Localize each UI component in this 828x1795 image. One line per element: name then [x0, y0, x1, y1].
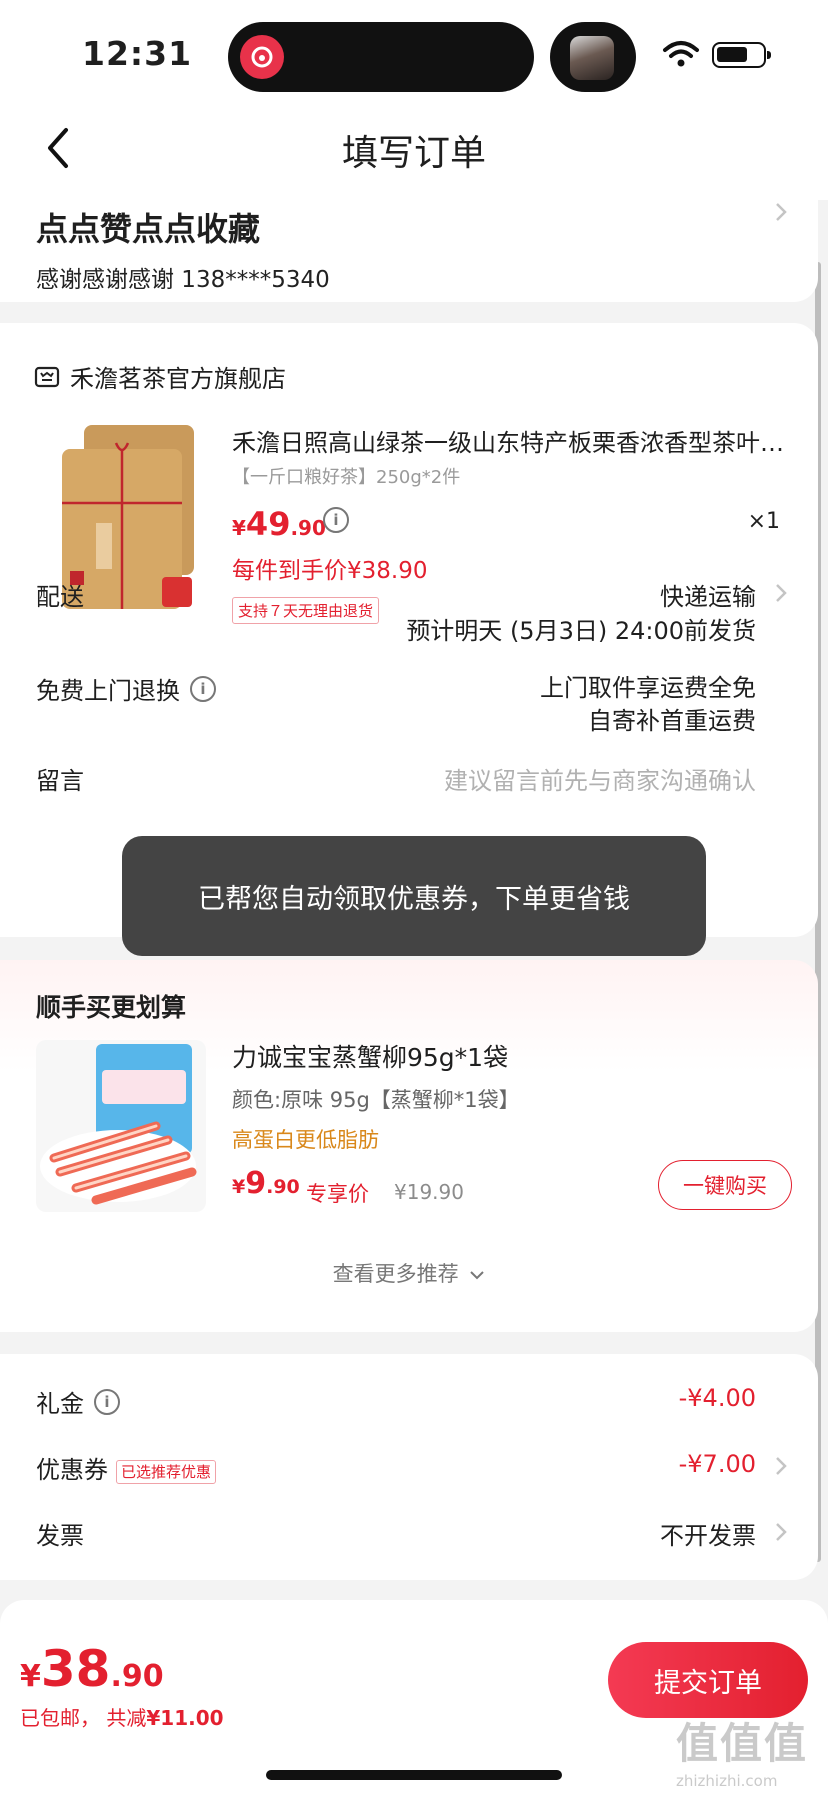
watermark-url: zhizhizhi.com	[676, 1772, 778, 1790]
more-recommend-link[interactable]: 查看更多推荐	[0, 1258, 818, 1288]
gift-label: 礼金	[36, 1390, 84, 1418]
invoice-label: 发票	[36, 1522, 84, 1550]
message-input[interactable]: 建议留言前先与商家沟通确认	[444, 761, 756, 796]
page-title: 填写订单	[341, 133, 486, 174]
free-return-label: 免费上门退换	[36, 677, 180, 705]
avatar-icon	[570, 36, 614, 80]
unit-price: 每件到手价¥38.90	[232, 558, 428, 584]
info-icon[interactable]: i	[94, 1388, 120, 1415]
return-policy-badge: 支持７天无理由退货	[232, 597, 380, 624]
product-spec: 【一斤口粮好茶】250g*2件	[232, 467, 461, 488]
wifi-icon	[663, 41, 699, 67]
product-price: ¥49.90	[232, 505, 326, 543]
product-title[interactable]: 禾澹日照高山绿茶一级山东特产板栗香浓香型茶叶自己喝	[232, 423, 792, 458]
more-recommend-label: 查看更多推荐	[332, 1262, 459, 1286]
recommend-product-tag: 高蛋白更低脂肪	[232, 1128, 379, 1152]
recommend-card: 顺手买更划算 力诚宝宝蒸蟹柳95g*1袋 颜色:原味 95g【蒸蟹柳*1袋】 高…	[0, 960, 818, 1332]
message-label: 留言	[36, 767, 84, 795]
status-bar: 12:31	[0, 0, 828, 100]
address-name: 点点赞点点收藏	[36, 210, 261, 248]
original-price: ¥19.90	[394, 1180, 464, 1204]
coupon-toast: 已帮您自动领取优惠券，下单更省钱	[122, 836, 706, 956]
recommend-title: 顺手买更划算	[36, 993, 187, 1022]
free-return-line2: 自寄补首重运费	[588, 707, 756, 735]
info-icon[interactable]: i	[190, 675, 216, 702]
chevron-right-icon	[776, 1523, 787, 1541]
info-icon[interactable]: i	[323, 507, 349, 533]
dynamic-island-activity[interactable]	[550, 22, 636, 92]
delivery-label: 配送	[36, 583, 84, 611]
gift-value: -¥4.00	[678, 1384, 756, 1412]
address-card[interactable]: 点点赞点点收藏 感谢感谢感谢 138****5340	[0, 200, 818, 302]
recommend-price: ¥9.90	[232, 1166, 300, 1201]
dynamic-island[interactable]	[228, 22, 534, 92]
recommend-product-image[interactable]	[36, 1040, 206, 1212]
delivery-value[interactable]: 快递运输	[660, 577, 756, 612]
free-return-row: 免费上门退换 i	[36, 671, 216, 706]
coupon-selected-badge: 已选推荐优惠	[116, 1459, 217, 1484]
invoice-value[interactable]: 不开发票	[660, 1516, 756, 1551]
product-quantity: ×1	[747, 509, 780, 534]
total-price: ¥38.90	[20, 1640, 164, 1698]
gift-row: 礼金 i	[36, 1384, 120, 1419]
chevron-right-icon	[776, 203, 787, 221]
total-savings: 已包邮， 共减¥11.00	[20, 1706, 224, 1730]
netease-music-icon[interactable]	[240, 35, 284, 79]
exclusive-price-label: 专享价	[306, 1182, 369, 1206]
coupon-row[interactable]: 优惠券 已选推荐优惠	[36, 1450, 217, 1485]
coupon-label: 优惠券	[36, 1456, 108, 1484]
home-indicator[interactable]	[266, 1770, 562, 1780]
chevron-right-icon	[776, 584, 787, 602]
battery-icon	[712, 42, 771, 68]
delivery-eta: 预计明天 (5月3日) 24:00前发货	[406, 617, 756, 645]
nav-bar: 填写订单	[0, 100, 828, 200]
recommend-product-name[interactable]: 力诚宝宝蒸蟹柳95g*1袋	[232, 1038, 508, 1074]
coupon-value[interactable]: -¥7.00	[679, 1450, 756, 1478]
one-click-buy-button[interactable]: 一键购买	[658, 1160, 792, 1210]
chevron-down-icon	[470, 1271, 485, 1280]
watermark-logo: 值值值	[676, 1719, 809, 1768]
shop-row[interactable]: 禾澹茗茶官方旗舰店	[34, 359, 286, 394]
fees-card: 礼金 i -¥4.00 优惠券 已选推荐优惠 -¥7.00 发票 不开发票	[0, 1354, 818, 1580]
address-contact: 感谢感谢感谢 138****5340	[36, 267, 330, 293]
shop-icon	[34, 366, 60, 387]
checkout-bar: ¥38.90 已包邮， 共减¥11.00 提交订单 值值值 zhizhizhi.…	[0, 1600, 828, 1795]
recommend-product-spec: 颜色:原味 95g【蒸蟹柳*1袋】	[232, 1088, 520, 1112]
status-time: 12:31	[82, 34, 193, 73]
shop-name: 禾澹茗茶官方旗舰店	[70, 365, 286, 393]
submit-order-button[interactable]: 提交订单	[608, 1642, 808, 1718]
chevron-right-icon	[776, 1457, 787, 1475]
free-return-line1: 上门取件享运费全免	[540, 674, 756, 702]
